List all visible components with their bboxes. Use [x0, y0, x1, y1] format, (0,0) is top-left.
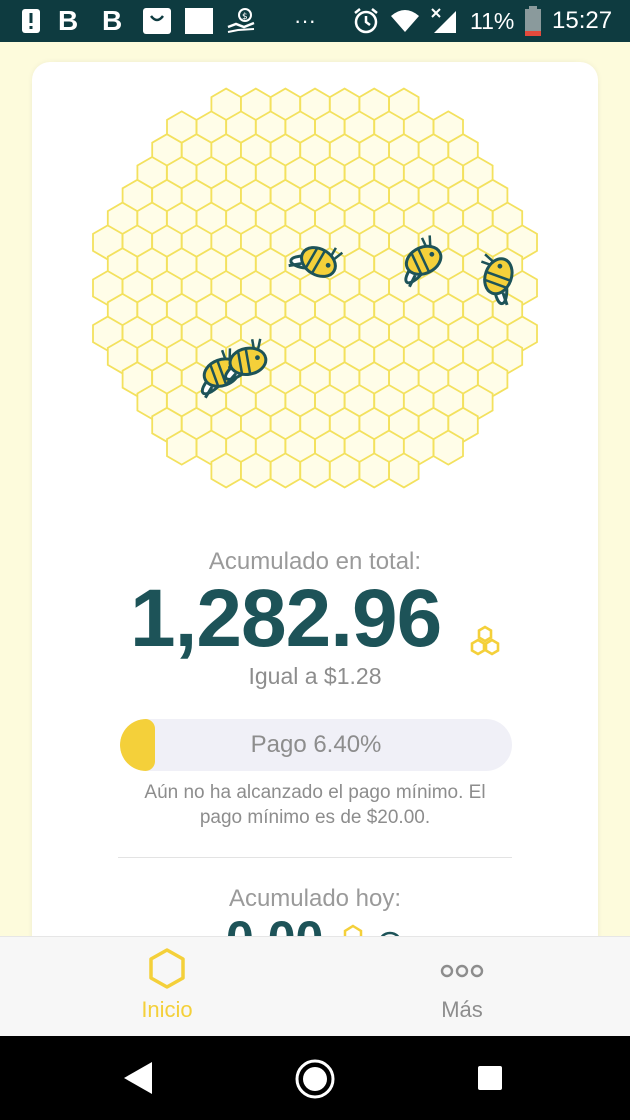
battery-icon [524, 0, 542, 42]
clock: 15:27 [552, 7, 613, 34]
b-app-icon: B [58, 5, 79, 36]
blank-square-icon [184, 0, 214, 42]
honeycomb-cell [210, 452, 242, 489]
back-icon[interactable] [122, 1060, 156, 1096]
nav-label-inicio: Inicio [141, 997, 193, 1022]
honeycomb-cell [388, 452, 420, 489]
money-hand-icon: $ [226, 0, 256, 42]
divider [118, 857, 512, 858]
svg-text:$: $ [242, 12, 248, 22]
total-row: 1,282.96 [32, 572, 598, 668]
honeycomb-cell [328, 452, 361, 489]
honeycomb-illustration [92, 87, 538, 489]
nav-label-mas: Más [441, 997, 483, 1022]
nav-item-mas[interactable]: Más [362, 937, 562, 1037]
honey-coin-icon [470, 625, 500, 656]
alarm-icon [352, 0, 380, 42]
more-dots-icon [440, 964, 484, 978]
payout-progress-bar: Pago 6.40% [120, 719, 512, 771]
equivalent-value: Igual a $1.28 [248, 663, 382, 689]
bottom-navigation: Inicio Más [0, 936, 630, 1037]
battery-percent: 11% [470, 7, 515, 34]
more-notifications: ··· [294, 8, 316, 33]
summary-card: Acumulado en total: 1,282.96 Igual a $1.… [32, 62, 598, 967]
shopping-bag-icon [142, 0, 172, 42]
nav-item-inicio[interactable]: Inicio [67, 937, 267, 1037]
honeycomb-cell [299, 452, 331, 489]
honeycomb-cell [240, 452, 272, 489]
wifi-icon [390, 0, 420, 42]
signal-icon [430, 0, 458, 42]
status-bar: B B $ ··· 11% 15:27 [0, 0, 630, 42]
honeycomb-cell [432, 429, 464, 466]
home-icon[interactable] [294, 1058, 336, 1100]
honeycomb-cell [166, 429, 198, 466]
total-value: 1,282.96 [130, 573, 442, 664]
system-navigation-bar [0, 1036, 630, 1120]
today-label: Acumulado hoy: [228, 885, 402, 912]
minimum-payout-notice: Aún no ha alcanzado el pago mínimo. El p… [144, 782, 486, 828]
b-app-icon: B [102, 5, 123, 36]
alert-icon [20, 0, 42, 42]
honeycomb-cell [358, 452, 390, 489]
recent-apps-icon[interactable] [476, 1064, 504, 1092]
honeycomb-cell [269, 452, 302, 489]
hexagon-icon [149, 948, 185, 989]
payout-progress-label: Pago 6.40% [250, 731, 382, 758]
